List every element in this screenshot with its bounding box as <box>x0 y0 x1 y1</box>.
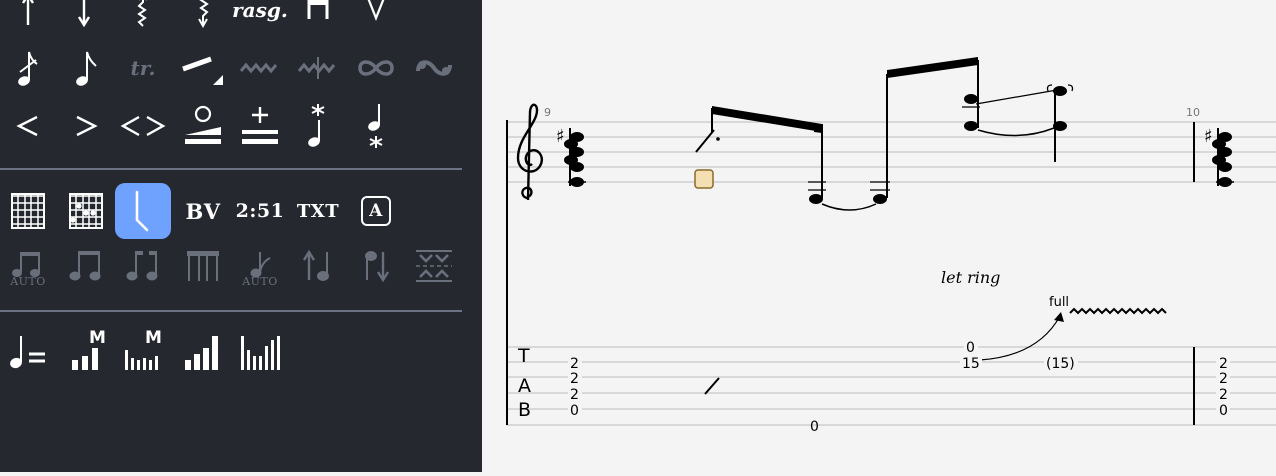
slide-in-icon[interactable] <box>175 44 231 100</box>
tool-palette: rasg. tr. BV 2:51 TXT A AUTO AUTO M M <box>0 0 482 472</box>
let-ring-text: let ring <box>941 268 1000 287</box>
standard-staff <box>506 121 1276 183</box>
downstroke-icon[interactable] <box>290 0 346 36</box>
chord-m10[interactable]: ♯ <box>1204 126 1234 187</box>
annotation-label: A <box>369 201 383 221</box>
tab-chord-m10[interactable]: 2 2 2 0 <box>1216 355 1230 419</box>
svg-text:2: 2 <box>1219 371 1228 387</box>
tuplet-spacing-icon[interactable] <box>406 238 462 294</box>
metronome-accent-icon[interactable]: M <box>115 324 171 380</box>
time-button[interactable]: 2:51 <box>232 183 288 239</box>
vibrato-icon[interactable] <box>232 40 288 96</box>
decrescendo-icon[interactable] <box>58 98 114 154</box>
strum-down-arrow-icon[interactable] <box>56 0 112 38</box>
svg-text:2: 2 <box>1219 387 1228 403</box>
bend-vibrato-button[interactable]: BV <box>175 183 231 239</box>
harmonic-below-icon[interactable] <box>348 98 404 154</box>
bend-arrow <box>979 315 1061 361</box>
auto-beam-icon[interactable]: AUTO <box>0 238 56 294</box>
annotation-button[interactable]: A <box>348 183 404 239</box>
vibrato-bar-icon[interactable] <box>290 40 346 96</box>
metronome-badge: M <box>89 328 107 348</box>
stem-down-icon[interactable] <box>348 238 404 294</box>
chord-diagram-icon[interactable] <box>0 183 56 239</box>
open-pedal-icon[interactable] <box>175 98 231 154</box>
time-label: 2:51 <box>235 200 285 222</box>
arpeggio-up-icon[interactable] <box>115 0 171 38</box>
chord-m9[interactable]: ♯ <box>556 126 586 187</box>
tab-clef-a: A <box>518 375 531 397</box>
svg-text:0: 0 <box>1219 403 1228 419</box>
svg-text:0: 0 <box>570 403 579 419</box>
turn-icon[interactable] <box>348 40 404 96</box>
harmonic-above-icon[interactable] <box>290 98 346 154</box>
tab-slide-mark <box>704 377 720 395</box>
volume-pattern-icon[interactable] <box>232 324 288 380</box>
svg-text:2: 2 <box>570 371 579 387</box>
auto-label-2: AUTO <box>242 275 278 288</box>
beam-group-icon[interactable] <box>58 238 114 294</box>
stem-up-icon[interactable] <box>290 238 346 294</box>
upstroke-icon[interactable] <box>348 0 404 36</box>
inverted-turn-icon[interactable] <box>406 40 462 96</box>
trill-button[interactable]: tr. <box>115 40 171 96</box>
svg-text:♯: ♯ <box>1204 126 1213 147</box>
measure-number-9: 9 <box>544 106 551 119</box>
break-beam-icon[interactable] <box>115 238 171 294</box>
bend-arrow-head <box>1054 312 1064 322</box>
score-area[interactable]: 9 10 ♯ ♯ let ring full T A B 2 2 2 0 0 0… <box>482 0 1276 472</box>
hairpin-icon[interactable] <box>115 98 171 154</box>
tab-string1-note[interactable]: 0 <box>966 340 975 356</box>
vibrato-line <box>1069 307 1167 315</box>
text-button[interactable]: TXT <box>290 183 346 239</box>
rasgueado-button[interactable]: rasg. <box>232 0 288 38</box>
tab-clef-b: B <box>518 399 531 421</box>
text-label: TXT <box>296 200 340 222</box>
crescendo-icon[interactable] <box>0 98 56 154</box>
separator <box>0 168 462 170</box>
measure-number-10: 10 <box>1186 106 1200 119</box>
beam-bracket-icon[interactable] <box>175 238 231 294</box>
metronome-badge-2: M <box>145 328 163 348</box>
auto-stem-icon[interactable]: AUTO <box>232 238 288 294</box>
auto-label: AUTO <box>10 275 46 288</box>
tab-staff <box>506 346 1276 426</box>
separator-2 <box>0 310 462 312</box>
svg-text:♯: ♯ <box>556 126 565 147</box>
chord-grid-icon[interactable] <box>58 183 114 239</box>
tab-string2-note[interactable]: 15 <box>962 356 980 372</box>
arpeggio-down-icon[interactable] <box>175 0 231 38</box>
svg-text:2: 2 <box>570 387 579 403</box>
closed-pedal-icon[interactable] <box>232 98 288 154</box>
svg-text:2: 2 <box>1219 356 1228 372</box>
rasgueado-label: rasg. <box>232 0 288 22</box>
bend-vibrato-label: BV <box>185 198 221 224</box>
bend-amount-label: full <box>1049 295 1069 310</box>
grace-note-icon[interactable] <box>0 40 56 96</box>
strum-up-arrow-icon[interactable] <box>0 0 56 38</box>
tab-bass-note[interactable]: 0 <box>810 419 819 435</box>
tab-string2-bend-target[interactable]: (15) <box>1046 356 1075 372</box>
eighth-note-icon[interactable] <box>58 40 114 96</box>
trill-label: tr. <box>130 56 156 80</box>
svg-text:2: 2 <box>570 356 579 372</box>
tab-clef-t: T <box>517 345 530 367</box>
slash-note-button[interactable] <box>115 183 171 239</box>
tempo-icon[interactable] <box>0 324 56 380</box>
selection-cursor[interactable] <box>694 169 714 189</box>
metronome-volume-icon[interactable]: M <box>58 324 114 380</box>
tab-chord-m9[interactable]: 2 2 2 0 <box>568 355 582 419</box>
volume-ramp-icon[interactable] <box>175 324 231 380</box>
